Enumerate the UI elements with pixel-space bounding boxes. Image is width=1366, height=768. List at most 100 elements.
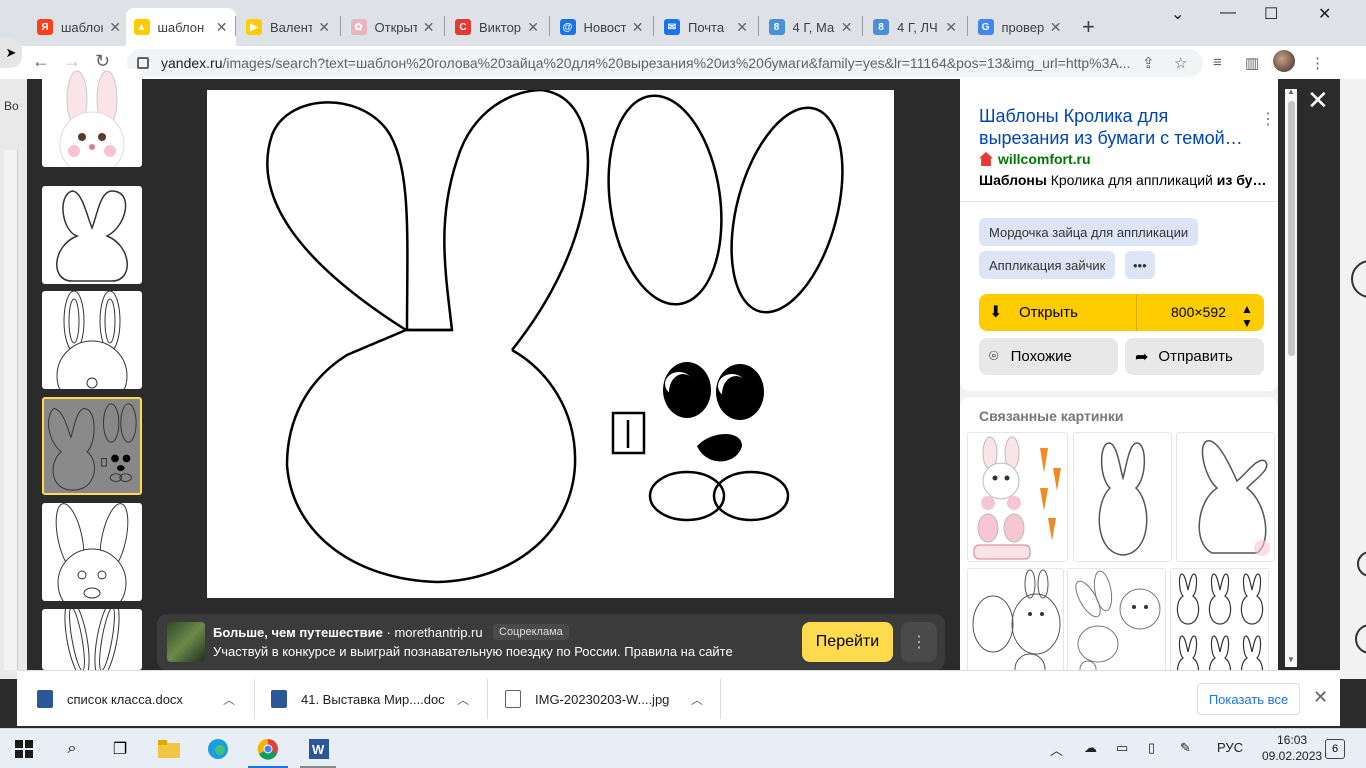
panel-scrollbar[interactable]: ▲ ▼	[1285, 87, 1297, 667]
ad-more-icon[interactable]: ⋮	[901, 622, 937, 662]
tab-7[interactable]: ✉ Почта ✕	[656, 8, 756, 46]
tab-separator	[548, 16, 550, 36]
similar-button[interactable]: ⌾ Похожие	[979, 338, 1118, 375]
task-view-icon[interactable]: ❐	[108, 737, 132, 761]
tag-chip[interactable]: Аппликация зайчик	[979, 251, 1116, 279]
windows-start-icon[interactable]	[12, 737, 36, 761]
chevron-up-icon[interactable]: ︿	[691, 691, 703, 708]
size-arrows-icon[interactable]: ▲ ▼	[1241, 302, 1253, 330]
tab-5[interactable]: С Виктор ✕	[447, 8, 547, 46]
tab-8[interactable]: 8 4 Г, Ма ✕	[761, 8, 861, 46]
word-icon[interactable]: W	[306, 737, 330, 761]
download-icon: ⬇	[989, 304, 1003, 321]
tab-1[interactable]: Яшаблон ✕	[29, 8, 129, 46]
tab-close-icon[interactable]: ✕	[632, 19, 644, 36]
thumbnail-2[interactable]	[42, 186, 142, 284]
ad-title[interactable]: Больше, чем путешествие · morethantrip.r…	[213, 625, 483, 640]
close-viewer-icon[interactable]: ✕	[1307, 85, 1329, 116]
network-icon[interactable]: ▭	[1116, 740, 1128, 756]
image-size-select[interactable]: 800×592	[1171, 304, 1226, 320]
related-image-1[interactable]	[967, 432, 1068, 562]
source-description: Шаблоны Кролика для аппликаций из бу…	[979, 172, 1267, 188]
address-bar[interactable]: yandex.ru/images/search?text=шаблон%20го…	[127, 49, 1203, 77]
lock-icon[interactable]	[137, 57, 149, 69]
related-image-3[interactable]	[1176, 432, 1275, 562]
notifications-icon[interactable]: 6	[1325, 739, 1345, 759]
share-icon[interactable]: ⇪	[1142, 54, 1155, 72]
edge-icon[interactable]	[206, 737, 230, 761]
word-file-icon	[271, 690, 287, 708]
tab-3[interactable]: ▶ Валенти ✕	[238, 8, 338, 46]
new-tab-button[interactable]: +	[1082, 14, 1095, 40]
download-item-1[interactable]: список класса.docx ︿	[37, 671, 235, 727]
search-icon[interactable]: ⌕	[60, 737, 84, 761]
source-title-link[interactable]: Шаблоны Кролика для вырезания из бумаги …	[979, 105, 1259, 149]
source-domain-link[interactable]: willcomfort.ru	[979, 151, 1091, 167]
related-image-5[interactable]	[1067, 568, 1166, 678]
tab-4[interactable]: ✿ Открыт ✕	[343, 8, 443, 46]
media-control-icon[interactable]: ≡	[1213, 54, 1222, 71]
scroll-down-icon[interactable]: ▼	[1287, 655, 1295, 664]
tab-2[interactable]: ▲ шаблон ✕	[125, 8, 236, 46]
tag-chip[interactable]: Мордочка зайца для аппликации	[979, 218, 1199, 246]
thumbnail-1[interactable]	[42, 69, 142, 167]
tab-favicon-icon: Я	[37, 19, 53, 35]
cloud-icon[interactable]: ☁	[1084, 740, 1097, 756]
tab-close-icon[interactable]: ✕	[736, 19, 748, 36]
thumbnail-4-selected[interactable]	[42, 397, 142, 495]
profile-avatar[interactable]	[1273, 50, 1295, 72]
related-image-4[interactable]	[967, 568, 1064, 678]
maximize-button[interactable]: ☐	[1264, 4, 1278, 24]
panel-more-icon[interactable]: ⋮	[1260, 109, 1276, 129]
pen-icon[interactable]: ✎	[1180, 740, 1191, 756]
show-all-downloads-button[interactable]: Показать все	[1197, 683, 1300, 715]
language-indicator[interactable]: РУС	[1217, 740, 1243, 755]
thumbnail-3[interactable]	[42, 291, 142, 389]
main-image[interactable]	[207, 88, 894, 598]
ad-banner[interactable]: Больше, чем путешествие · morethantrip.r…	[157, 614, 945, 670]
tab-close-icon[interactable]: ✕	[109, 19, 121, 36]
word-file-icon	[37, 690, 53, 708]
tab-close-icon[interactable]: ✕	[841, 19, 853, 36]
side-panel-icon[interactable]: ▥	[1245, 54, 1259, 72]
close-downloads-icon[interactable]: ✕	[1313, 687, 1328, 708]
open-image-button[interactable]: ⬇ Открыть 800×592 ▲ ▼	[979, 294, 1264, 331]
close-window-button[interactable]: ✕	[1318, 4, 1331, 24]
thumbnail-6[interactable]	[42, 609, 142, 670]
bookmark-star-icon[interactable]: ☆	[1174, 54, 1187, 72]
tab-search-icon[interactable]: ⌄	[1171, 4, 1184, 24]
scroll-up-icon[interactable]: ▲	[1287, 87, 1295, 96]
tab-close-icon[interactable]: ✕	[216, 19, 228, 36]
tab-favicon-icon: G	[977, 19, 994, 35]
related-image-6[interactable]	[1170, 568, 1269, 678]
tab-separator	[862, 16, 863, 36]
share-button[interactable]: ➦ Отправить	[1125, 338, 1264, 375]
chrome-icon[interactable]	[256, 737, 280, 761]
menu-dots-icon[interactable]: ⋮	[1310, 54, 1325, 72]
thumbnail-5[interactable]	[42, 503, 142, 601]
tab-9[interactable]: 8 4 Г, ЛЧ ✕	[865, 8, 965, 46]
tab-close-icon[interactable]: ✕	[1050, 19, 1062, 36]
download-item-2[interactable]: 41. Выставка Мир....doc ︿	[271, 671, 469, 727]
tab-10[interactable]: Gпровер ✕	[970, 8, 1070, 46]
tab-close-icon[interactable]: ✕	[945, 19, 957, 36]
scrollbar-thumb[interactable]	[1288, 101, 1295, 356]
url-text[interactable]: yandex.ru/images/search?text=шаблон%20го…	[161, 55, 1131, 71]
chevron-up-icon[interactable]: ︿	[457, 691, 469, 708]
tab-close-icon[interactable]: ✕	[527, 19, 539, 36]
file-explorer-icon[interactable]	[157, 737, 181, 761]
ad-go-button[interactable]: Перейти	[802, 622, 893, 662]
download-item-3[interactable]: IMG-20230203-W....jpg ︿	[505, 671, 703, 727]
tab-close-icon[interactable]: ✕	[318, 19, 330, 36]
battery-icon[interactable]: ▯	[1148, 740, 1155, 756]
tray-expand-icon[interactable]: ︿	[1050, 740, 1063, 759]
tab-favicon-icon: ▶	[246, 19, 262, 35]
more-tags-button[interactable]: •••	[1125, 251, 1155, 279]
minimize-button[interactable]: —	[1220, 4, 1236, 22]
chevron-up-icon[interactable]: ︿	[223, 691, 235, 708]
ad-image[interactable]	[167, 622, 205, 662]
related-image-2[interactable]	[1073, 432, 1172, 562]
clock[interactable]: 16:03 09.02.2023	[1262, 732, 1322, 764]
tab-close-icon[interactable]: ✕	[423, 19, 435, 36]
tab-6[interactable]: @ Новост ✕	[552, 8, 652, 46]
